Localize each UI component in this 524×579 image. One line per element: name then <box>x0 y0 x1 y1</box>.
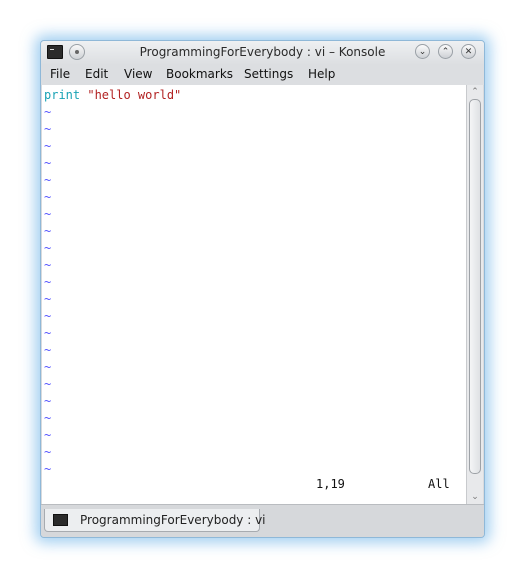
terminal-icon <box>53 514 68 526</box>
menu-bar: File Edit View Bookmarks Settings Help <box>41 65 484 85</box>
empty-line-marker: ~ <box>44 173 52 187</box>
empty-line-marker: ~ <box>44 394 52 408</box>
maximize-button[interactable]: ⌃ <box>438 44 453 59</box>
empty-line-marker: ~ <box>44 224 52 238</box>
code-string: "hello world" <box>87 88 182 102</box>
empty-line-marker: ~ <box>44 428 52 442</box>
empty-line-marker: ~ <box>44 360 52 374</box>
tab-bar: ProgrammingForEverybody : vi <box>41 504 484 537</box>
scroll-indicator: All <box>428 477 450 491</box>
title-bar[interactable]: ProgrammingForEverybody : vi – Konsole ⌄… <box>41 41 484 65</box>
menu-help[interactable]: Help <box>308 67 335 81</box>
empty-line-marker: ~ <box>44 309 52 323</box>
code-line-1: print "hello world" <box>44 87 181 104</box>
minimize-button[interactable]: ⌄ <box>415 44 430 59</box>
empty-line-marker: ~ <box>44 411 52 425</box>
konsole-window: ProgrammingForEverybody : vi – Konsole ⌄… <box>40 40 485 538</box>
empty-line-marker: ~ <box>44 343 52 357</box>
code-keyword: print <box>44 88 81 102</box>
empty-line-marker: ~ <box>44 292 52 306</box>
empty-line-marker: ~ <box>44 377 52 391</box>
terminal-icon[interactable] <box>47 45 63 59</box>
empty-line-marker: ~ <box>44 139 52 153</box>
empty-line-marker: ~ <box>44 275 52 289</box>
menu-edit[interactable]: Edit <box>85 67 108 81</box>
tab-label: ProgrammingForEverybody : vi <box>80 513 266 527</box>
terminal-area[interactable]: print "hello world" ~ ~ ~ ~ ~ ~ ~ ~ ~ ~ ~ ~ ~ ~ ~ ~ ~ ~ ~ ~… <box>42 85 466 504</box>
scroll-thumb[interactable] <box>469 99 481 474</box>
menu-file[interactable]: File <box>50 67 70 81</box>
empty-line-marker: ~ <box>44 122 52 136</box>
empty-line-marker: ~ <box>44 190 52 204</box>
session-tab[interactable]: ProgrammingForEverybody : vi <box>44 509 266 532</box>
empty-line-marker: ~ <box>44 462 52 476</box>
pin-icon[interactable] <box>69 44 85 60</box>
menu-settings[interactable]: Settings <box>244 67 293 81</box>
window-title: ProgrammingForEverybody : vi – Konsole <box>139 45 386 59</box>
empty-line-marker: ~ <box>44 241 52 255</box>
menu-bookmarks[interactable]: Bookmarks <box>166 67 233 81</box>
empty-line-marker: ~ <box>44 105 52 119</box>
empty-line-marker: ~ <box>44 207 52 221</box>
empty-line-marker: ~ <box>44 258 52 272</box>
scroll-up-icon[interactable]: ⌃ <box>467 85 483 99</box>
close-button[interactable]: ✕ <box>461 44 476 59</box>
empty-line-marker: ~ <box>44 326 52 340</box>
cursor-position: 1,19 <box>316 477 345 491</box>
menu-view[interactable]: View <box>124 67 152 81</box>
scroll-down-icon[interactable]: ⌄ <box>467 490 483 504</box>
empty-line-marker: ~ <box>44 445 52 459</box>
scrollbar[interactable]: ⌃ ⌄ <box>466 85 483 504</box>
empty-line-marker: ~ <box>44 156 52 170</box>
